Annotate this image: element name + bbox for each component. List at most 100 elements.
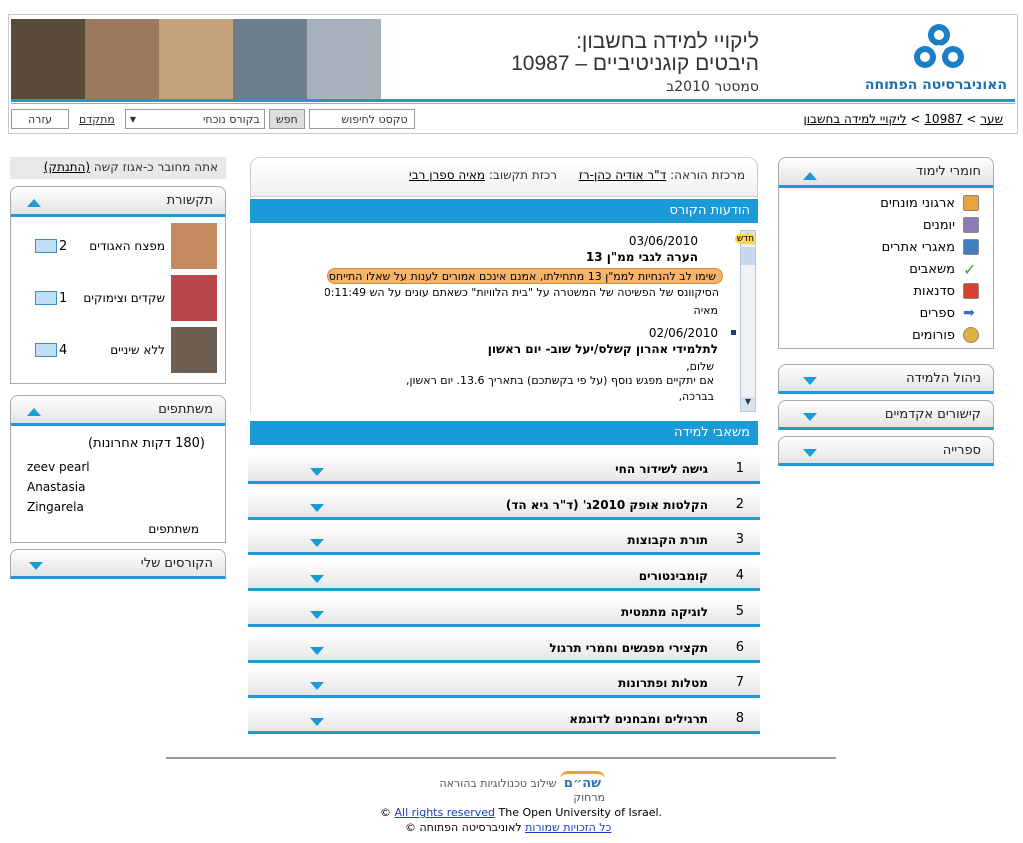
unit-number: 2: [735, 497, 744, 512]
expand-arrow-icon[interactable]: [310, 647, 324, 657]
news-headline[interactable]: לתלמידי אהרון קשלס/יעל שוב- יום ראשון: [488, 342, 718, 356]
page-header: ליקויי למידה בחשבון: היבטים קוגניטיביים …: [8, 14, 1018, 134]
library-panel-header[interactable]: ספרייה: [778, 436, 994, 466]
rights-link[interactable]: All rights reserved: [395, 806, 496, 819]
materials-item[interactable]: ארגוני מונחים: [779, 192, 993, 214]
collapse-arrow-icon[interactable]: [803, 170, 817, 180]
comm-panel: תקשורת מפצח האגודים 2 שקדים וצימוקים 1 ל…: [10, 186, 226, 384]
unit-row[interactable]: 1 גישה לשידור החי: [248, 454, 760, 484]
unit-row[interactable]: 3 תורת הקבוצות: [248, 525, 760, 555]
search-button[interactable]: חפש: [268, 109, 305, 129]
unit-title: קומבינטורים: [638, 569, 708, 583]
scroll-thumb[interactable]: [741, 247, 755, 265]
news-line: בברכה,: [678, 390, 714, 403]
mail-icon[interactable]: [35, 343, 57, 357]
materials-item[interactable]: משאבים ✓: [779, 258, 993, 280]
group-item[interactable]: מפצח האגודים 2: [21, 223, 217, 271]
expand-arrow-icon[interactable]: [803, 413, 817, 423]
unit-row[interactable]: 5 לוגיקה מתמטית: [248, 597, 760, 627]
expand-arrow-icon[interactable]: [310, 504, 324, 514]
help-button[interactable]: עזרה: [11, 109, 69, 129]
collapse-arrow-icon[interactable]: [27, 197, 41, 207]
search-input[interactable]: טקסט לחיפוש: [308, 109, 415, 129]
comm-panel-title: תקשורת: [166, 193, 213, 208]
advanced-search-link[interactable]: מתקדם: [73, 109, 121, 129]
news-bullet: [731, 330, 736, 335]
links-panel-header[interactable]: קישורים אקדמיים: [778, 400, 994, 430]
copyright-symbol: ©: [380, 806, 391, 819]
copyright-en: © All rights reserved The Open Universit…: [380, 806, 662, 819]
news-highlight: שימו לב להנחיות לממ"ן 13 מתחילתו, אמנם א…: [327, 268, 723, 284]
unit-number: 7: [735, 675, 744, 690]
mycourses-panel-header[interactable]: הקורסים שלי: [10, 549, 226, 579]
unit-number: 3: [735, 532, 744, 547]
materials-item[interactable]: מאגרי אתרים: [779, 236, 993, 258]
group-item[interactable]: שקדים וצימוקים 1: [21, 275, 217, 323]
course-title-line2: היבטים קוגניטיביים – 10987: [511, 52, 759, 75]
materials-item[interactable]: פורומים: [779, 324, 993, 346]
unit-row[interactable]: 4 קומבינטורים: [248, 561, 760, 591]
participants-link[interactable]: משתתפים: [148, 522, 199, 536]
expand-arrow-icon[interactable]: [310, 575, 324, 585]
logout-link[interactable]: (התנתק): [44, 160, 90, 174]
materials-item-label: יומנים: [922, 217, 955, 233]
journal-icon: [963, 217, 979, 233]
search-scope-select[interactable]: בקורס נוכחי ▼: [124, 109, 265, 129]
materials-panel-header[interactable]: חומרי לימוד: [779, 158, 993, 188]
toolbar: עזרה מתקדם בקורס נוכחי ▼ חפש טקסט לחיפוש: [11, 108, 415, 130]
mycourses-panel: הקורסים שלי: [10, 549, 226, 579]
avatar: [171, 327, 217, 373]
materials-item[interactable]: סדנאות: [779, 280, 993, 302]
header-photo: [11, 19, 85, 99]
mgmt-panel-header[interactable]: ניהול הלמידה: [778, 364, 994, 394]
mail-icon[interactable]: [35, 239, 57, 253]
chevron-down-icon: ▼: [129, 114, 136, 124]
materials-item[interactable]: יומנים: [779, 214, 993, 236]
copyright-he: כל הזכויות שמורות לאוניברסיטה הפתוחה ©: [405, 821, 611, 834]
participant-name[interactable]: Anastasia: [27, 480, 85, 494]
header-photo-strip: [11, 19, 381, 99]
workshop-icon: [963, 283, 979, 299]
library-panel: ספרייה: [778, 436, 994, 466]
mail-icon[interactable]: [35, 291, 57, 305]
mgmt-panel-title: ניהול הלמידה: [906, 371, 981, 386]
unit-row[interactable]: 6 תקצירי מפגשים וחמרי תרגול: [248, 633, 760, 663]
breadcrumb-code-link[interactable]: 10987: [924, 112, 962, 126]
shoham-logo: שה״ם שילוב טכנולוגיות בהוראה מרחוק: [405, 771, 605, 804]
unit-row[interactable]: 8 תרגילים ומבחנים לדוגמא: [248, 704, 760, 734]
breadcrumb-home-link[interactable]: שער: [980, 112, 1003, 126]
avatar: [171, 275, 217, 321]
expand-arrow-icon[interactable]: [803, 449, 817, 459]
expand-arrow-icon[interactable]: [310, 718, 324, 728]
coordinator-link[interactable]: ד"ר אודיה כהן-רז: [579, 168, 667, 182]
expand-arrow-icon[interactable]: [310, 611, 324, 621]
participant-name[interactable]: zeev pearl: [27, 460, 90, 474]
library-panel-title: ספרייה: [942, 443, 981, 458]
expand-arrow-icon[interactable]: [310, 539, 324, 549]
expand-arrow-icon[interactable]: [310, 468, 324, 478]
unit-row[interactable]: 7 מטלות ופתרונות: [248, 668, 760, 698]
news-headline[interactable]: הערה לגבי ממ"ן 13: [586, 250, 698, 264]
unit-title: תורת הקבוצות: [627, 533, 708, 547]
materials-item-label: סדנאות: [913, 283, 955, 299]
breadcrumb-current-link[interactable]: ליקויי למידה בחשבון: [803, 112, 906, 126]
contact-label: רכזת תקשוב:: [488, 168, 558, 182]
contact-link[interactable]: מאיה ספרן רבי: [409, 168, 485, 182]
expand-arrow-icon[interactable]: [803, 377, 817, 387]
search-scope-value: בקורס נוכחי: [202, 112, 260, 126]
participant-name[interactable]: Zingarela: [27, 500, 84, 514]
group-item[interactable]: ללא שיניים 4: [21, 327, 217, 375]
participants-panel-header[interactable]: משתתפים: [11, 396, 225, 426]
mgmt-panel: ניהול הלמידה: [778, 364, 994, 394]
materials-item[interactable]: ספרים ➡: [779, 302, 993, 324]
news-scrollbar[interactable]: ▲ ▼: [740, 230, 756, 412]
expand-arrow-icon[interactable]: [29, 562, 43, 572]
scroll-down-icon[interactable]: ▼: [741, 397, 755, 411]
collapse-arrow-icon[interactable]: [27, 406, 41, 416]
unit-number: 4: [735, 568, 744, 583]
rights-he-link[interactable]: כל הזכויות שמורות: [525, 821, 611, 834]
units-header: משאבי למידה: [250, 421, 758, 445]
comm-panel-header[interactable]: תקשורת: [11, 187, 225, 217]
expand-arrow-icon[interactable]: [310, 682, 324, 692]
unit-row[interactable]: 2 הקלטות אופק 2010ג' (ד"ר גיא הד): [248, 490, 760, 520]
